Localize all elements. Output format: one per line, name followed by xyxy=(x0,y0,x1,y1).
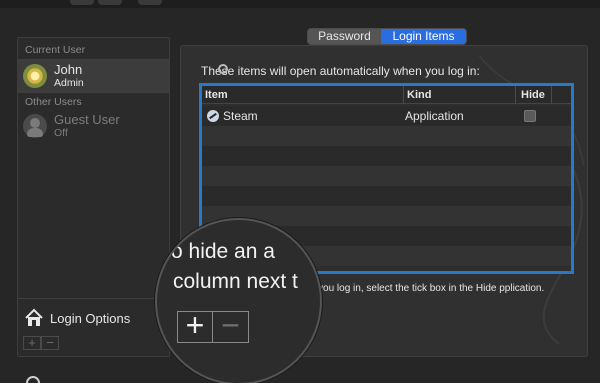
steam-icon xyxy=(207,110,219,122)
login-options-button[interactable]: Login Options xyxy=(24,306,130,330)
table-row[interactable]: Steam Application xyxy=(202,106,571,126)
table-row-empty xyxy=(202,146,571,166)
sidebar-add-remove: + − xyxy=(23,336,59,350)
tab-password[interactable]: Password xyxy=(308,29,381,44)
user-row-john[interactable]: John Admin xyxy=(18,59,169,93)
column-header-hide[interactable]: Hide xyxy=(521,89,545,101)
column-separator xyxy=(551,86,552,104)
guest-avatar-icon xyxy=(23,114,47,138)
sidebar-divider xyxy=(18,298,169,299)
column-separator xyxy=(515,86,516,104)
magnified-text-line2: column next t xyxy=(173,270,298,293)
column-separator xyxy=(403,86,404,104)
table-row-empty xyxy=(202,186,571,206)
column-header-kind[interactable]: Kind xyxy=(407,89,431,101)
login-options-label: Login Options xyxy=(50,310,131,326)
toolbar-forward-button[interactable] xyxy=(98,0,122,5)
user-name: John xyxy=(54,62,83,77)
user-name: Guest User xyxy=(54,112,120,127)
table-row-empty xyxy=(202,126,571,146)
table-row-empty xyxy=(202,166,571,186)
tab-bar: Password Login Items xyxy=(307,28,467,45)
add-login-item-button[interactable]: + xyxy=(177,309,213,343)
magnified-add-remove: + − xyxy=(177,309,249,343)
remove-user-button[interactable]: − xyxy=(41,336,59,350)
house-icon xyxy=(25,308,43,326)
hide-hint-text: n when you log in, select the tick box i… xyxy=(283,283,545,294)
remove-login-item-button[interactable]: − xyxy=(213,309,249,343)
toolbar-back-button[interactable] xyxy=(70,0,94,5)
toolbar-grid-button[interactable] xyxy=(138,0,162,5)
window-top-strip xyxy=(0,0,600,8)
current-user-header: Current User xyxy=(25,44,86,56)
users-sidebar: Current User John Admin Other Users Gues… xyxy=(17,37,170,357)
item-name: Steam xyxy=(223,109,258,123)
hide-checkbox[interactable] xyxy=(524,110,536,122)
table-header: Item Kind Hide xyxy=(202,86,571,104)
user-role: Off xyxy=(54,127,68,139)
user-role: Admin xyxy=(54,77,84,89)
other-users-header: Other Users xyxy=(25,96,82,108)
column-header-item[interactable]: Item xyxy=(205,89,228,101)
magnifier-overlay: o hide an a column next t + − xyxy=(155,218,322,383)
tab-login-items[interactable]: Login Items xyxy=(381,29,466,44)
magnified-text-line1: o hide an a xyxy=(171,240,275,263)
item-kind: Application xyxy=(405,109,464,123)
user-row-guest[interactable]: Guest User Off xyxy=(18,109,169,143)
add-user-button[interactable]: + xyxy=(23,336,41,350)
mouse-cursor-icon xyxy=(218,64,228,74)
login-items-description: These items will open automatically when… xyxy=(201,64,480,78)
lock-icon[interactable] xyxy=(26,376,40,383)
user-avatar-icon xyxy=(23,64,47,88)
